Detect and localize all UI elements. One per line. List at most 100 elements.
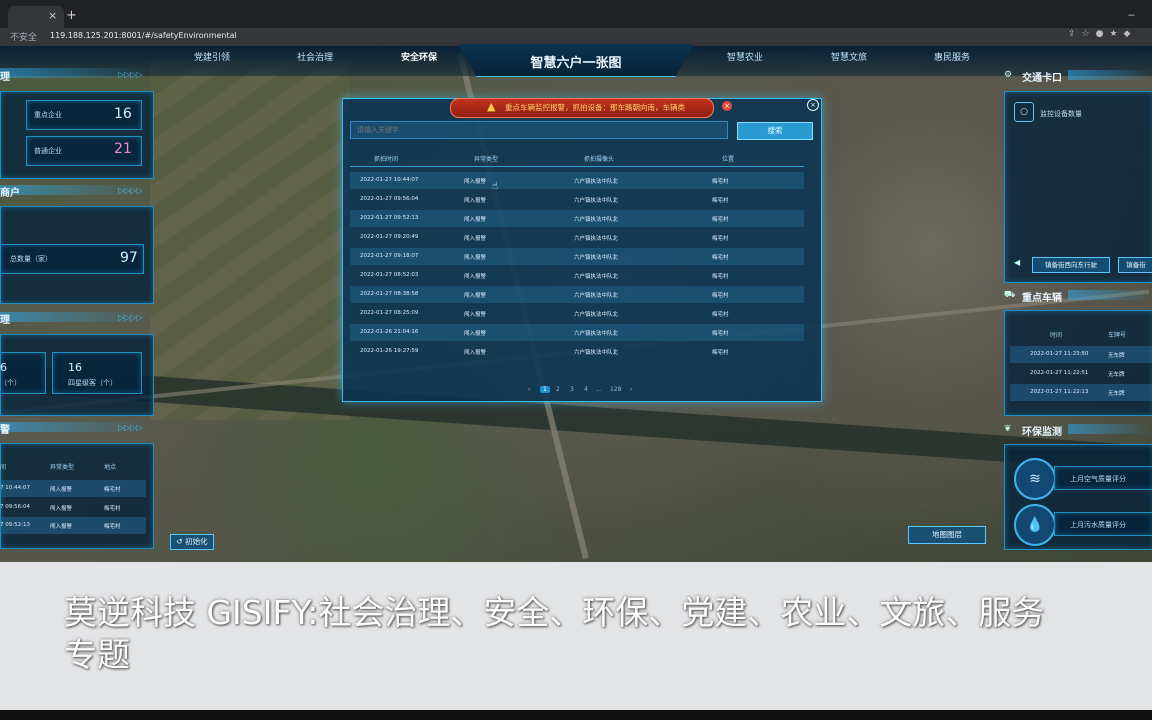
stat-value: 97 [120,250,138,266]
table-row[interactable]: 2022-01-27 08:52:03 闯入报警 六户镇执法中队北 梅宅村 [350,267,804,284]
cell-camera: 六户镇执法中队北 [574,236,619,242]
page-3[interactable]: 3 [570,386,574,393]
nav-smart-agriculture[interactable]: 智慧农业 [727,50,763,63]
nav-smart-tourism[interactable]: 智慧文旅 [831,50,867,63]
table-row[interactable]: 2022-01-27 09:18:07 闯入报警 六户镇执法中队北 梅宅村 [350,248,804,265]
section-title: 理 [0,72,10,83]
table-row[interactable]: 2022-01-27 09:52:13 闯入报警 六户镇执法中队北 梅宅村 [350,210,804,227]
modal-close-icon[interactable]: × [807,99,819,111]
table-row[interactable]: 2022-01-26 19:27:59 闯入报警 六户镇执法中队北 梅宅村 [350,343,804,360]
column-header: 时间 [1050,332,1063,339]
cell-type: 闯入报警 [464,255,487,261]
water-drop-icon: 💧 [1014,504,1056,546]
table-row[interactable]: 2022-01-27 09:20:49 闯入报警 六户镇执法中队北 梅宅村 [350,229,804,246]
stat-value: 16 [114,106,132,122]
camera-button[interactable]: 镇备街 [1118,257,1152,273]
browser-toolbar-icons[interactable]: ⇪☆●★◆ [1068,29,1136,39]
page-2[interactable]: 2 [556,386,560,393]
prev-camera-icon[interactable]: ◀ [1014,258,1020,267]
page-1[interactable]: 1 [540,386,550,393]
table-row[interactable]: 2022-01-27 08:25:09 闯入报警 六户镇执法中队北 梅宅村 [350,305,804,322]
section-header-bar [1068,290,1152,300]
reset-view-button[interactable]: ↺ 初始化 [170,534,214,550]
cell-time: 2022-01-27 09:52:13 [360,215,419,221]
section-header-bar [1068,424,1152,434]
new-tab-icon[interactable]: + [66,8,77,23]
cell-camera: 六户镇执法中队北 [574,179,619,185]
section-title: 警 [0,425,10,436]
cell-type: 闯入报警 [50,506,73,512]
cell-camera: 六户镇执法中队北 [574,198,619,204]
cell-type: 闯入报警 [50,487,73,493]
camera-button[interactable]: 镇备街西向东行驶 [1032,257,1110,273]
map-layers-button[interactable]: 地图图层 [908,526,986,544]
cell-time: 2022-01-27 09:56:04 [360,196,419,202]
page-4[interactable]: 4 [584,386,588,393]
cell-plate: 无车牌 [1108,353,1125,359]
wind-icon: ≋ [1014,458,1056,500]
section-arrows-icon: ▷▷▷▷ [118,423,143,432]
alert-message: 重点车辆监控报警，抓拍设备：那车路朝向南，车辆类 [505,103,685,112]
search-button[interactable]: 搜索 [737,122,813,140]
section-header-bar [1068,70,1152,80]
tab-close-icon[interactable]: × [48,9,57,22]
cell-place: 梅宅村 [104,524,121,530]
cell-location: 梅宅村 [712,236,729,242]
window-minimize-icon[interactable]: ‒ [1128,8,1135,21]
search-input[interactable] [350,121,728,139]
reset-label: 初始化 [185,537,208,546]
nav-public-service[interactable]: 惠民服务 [934,50,970,63]
leaf-icon: ❦ [1004,424,1012,434]
cell-camera: 六户镇执法中队北 [574,312,619,318]
table-row[interactable]: 2022-01-27 09:56:04 闯入报警 六户镇执法中队北 梅宅村 [350,191,804,208]
warning-icon: ▲ [487,100,496,113]
monitor-count-label: 监控设备数量 [1040,110,1082,118]
cell-type: 闯入报警 [50,524,73,530]
header-divider [350,166,804,167]
table-row[interactable]: 2022-01-27 10:44:07 闯入报警 六户镇执法中队北 梅宅村 [350,172,804,189]
cell-type: 闯入报警 [464,236,487,242]
cell-time: 2022-01-27 11:22:51 [1030,370,1089,376]
cell-type: 闯入报警 [464,331,487,337]
next-page-icon[interactable]: › [630,386,632,393]
reset-icon: ↺ [176,537,183,546]
cell-place: 梅宅村 [104,487,121,493]
alert-close-icon[interactable]: × [722,101,732,111]
cell-location: 梅宅村 [712,312,729,318]
page-last[interactable]: 128 [610,386,621,393]
cell-time: 2022-01-27 11:22:13 [1030,389,1089,395]
bottom-strip [0,710,1152,720]
table-row[interactable]: 2022-01-26 21:04:16 闯入报警 六户镇执法中队北 梅宅村 [350,324,804,341]
cell-camera: 六户镇执法中队北 [574,331,619,337]
stat-label: 总数量（家） [10,255,52,263]
nav-social-governance[interactable]: 社会治理 [297,50,333,63]
nav-safety-environment[interactable]: 安全环保 [401,50,437,63]
stat-label: 四星级客（个） [68,379,117,387]
security-warning-label[interactable]: 不安全 [10,30,37,43]
cell-time: 2022-01-27 09:18:07 [360,253,419,259]
cell-time: 7 10:44:07 [0,485,30,491]
stat-label: 重点企业 [34,111,62,119]
section-arrows-icon: ▷▷▷▷ [118,70,143,79]
address-url[interactable]: 119.188.125.201:8001/#/safetyEnvironment… [50,31,237,40]
page-ellipsis: ... [596,386,602,393]
cell-location: 梅宅村 [712,217,729,223]
stat-label: 普通企业 [34,147,62,155]
table-row[interactable]: 2022-01-27 08:38:58 闯入报警 六户镇执法中队北 梅宅村 [350,286,804,303]
video-caption: 莫逆科技 GISIFY:社会治理、安全、环保、党建、农业、文旅、服务专题 [64,593,1045,674]
column-header: 间 [0,464,7,471]
cell-time: 2022-01-26 21:04:16 [360,329,419,335]
cell-camera: 六户镇执法中队北 [574,350,619,356]
column-header: 地点 [104,464,117,471]
cell-camera: 六户镇执法中队北 [574,274,619,280]
section-arrows-icon: ▷▷▷▷ [118,313,143,322]
stat-value: 16 [68,361,82,374]
section-title: 商户 [0,188,20,199]
cell-type: 闯入报警 [464,274,487,280]
cell-type: 闯入报警 [464,198,487,204]
page-title: 智慧六户一张图 [530,56,622,71]
cell-time: 2022-01-27 09:20:49 [360,234,419,240]
map-fields [150,60,350,420]
prev-page-icon[interactable]: ‹ [528,386,530,393]
nav-party-building[interactable]: 党建引领 [194,50,230,63]
